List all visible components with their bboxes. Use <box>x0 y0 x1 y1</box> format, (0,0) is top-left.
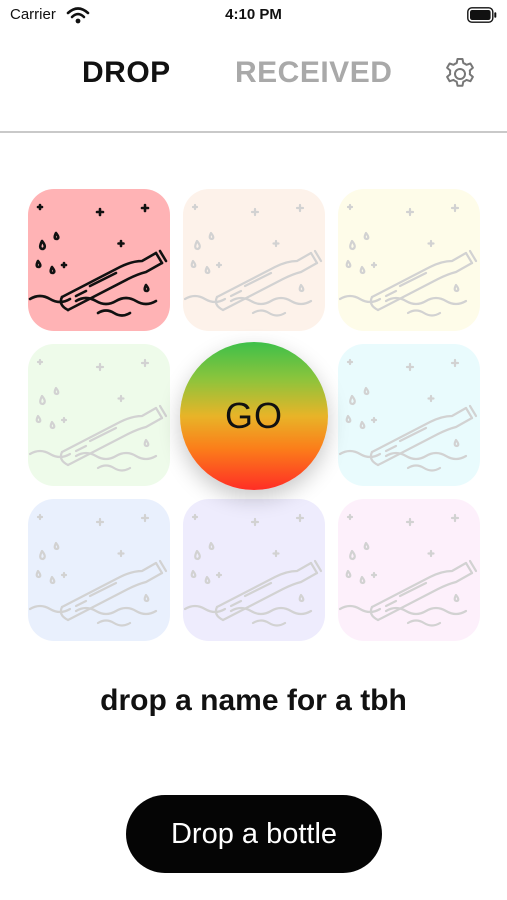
go-button[interactable]: GO <box>180 342 328 490</box>
message-in-bottle-icon <box>28 203 168 317</box>
message-in-bottle-icon <box>338 203 478 317</box>
message-in-bottle-icon <box>183 203 323 317</box>
bottle-tile-1[interactable] <box>28 189 170 331</box>
bottle-tile-6[interactable] <box>338 344 480 486</box>
bottle-tile-2[interactable] <box>183 189 325 331</box>
bottle-tile-8[interactable] <box>183 499 325 641</box>
bottle-tile-7[interactable] <box>28 499 170 641</box>
message-in-bottle-icon <box>338 513 478 627</box>
drop-bottle-button[interactable]: Drop a bottle <box>126 795 382 873</box>
bottle-tile-9[interactable] <box>338 499 480 641</box>
bottle-tile-4[interactable] <box>28 344 170 486</box>
message-in-bottle-icon <box>338 358 478 472</box>
message-in-bottle-icon <box>28 513 168 627</box>
message-in-bottle-icon <box>28 358 168 472</box>
go-label: GO <box>224 395 283 436</box>
message-in-bottle-icon <box>183 513 323 627</box>
bottle-tile-3[interactable] <box>338 189 480 331</box>
prompt-text: drop a name for a tbh <box>100 684 407 717</box>
